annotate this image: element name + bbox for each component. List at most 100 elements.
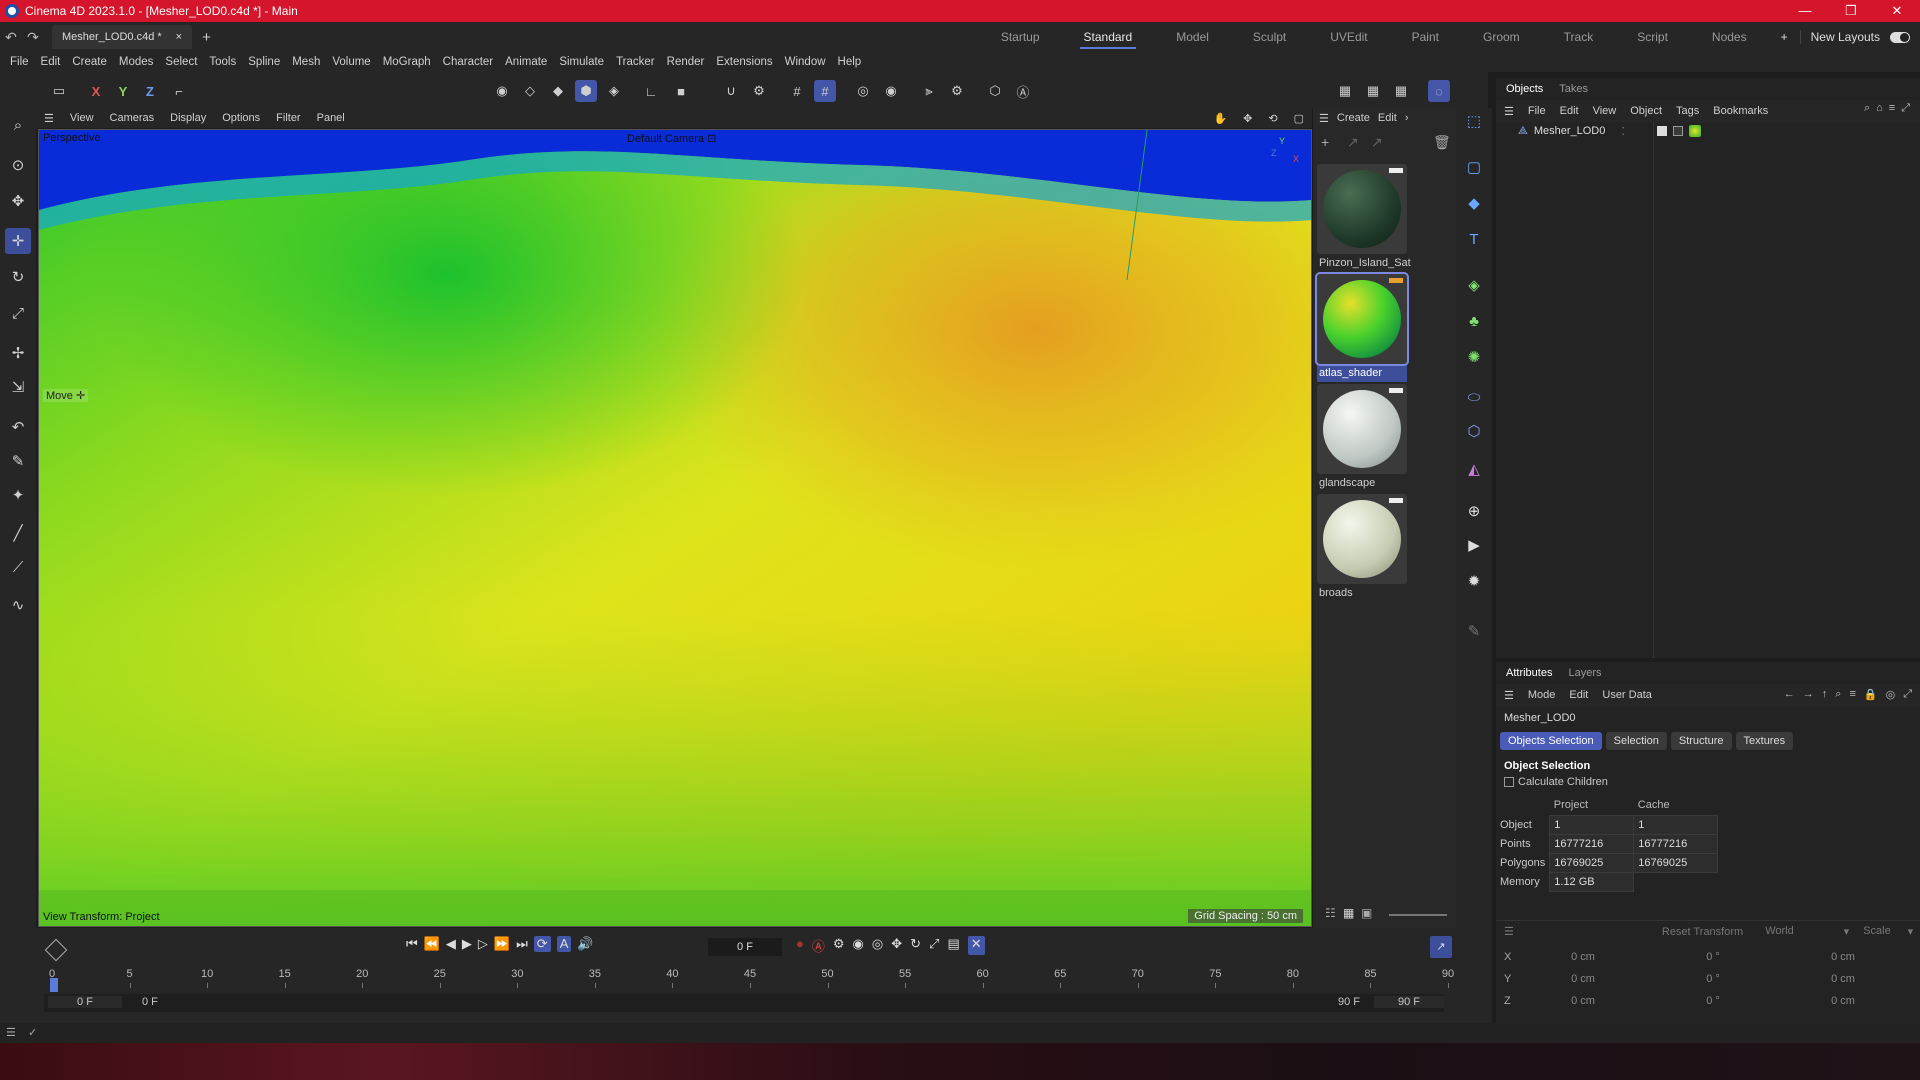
document-tab[interactable]: Mesher_LOD0.c4d * × xyxy=(52,25,193,49)
delete-material-icon[interactable]: 🗑 xyxy=(1433,134,1451,151)
attributes-menu-user-data[interactable]: User Data xyxy=(1602,689,1652,701)
coordinate-system-icon[interactable]: ⌐ xyxy=(168,80,190,102)
menu-animate[interactable]: Animate xyxy=(499,56,553,68)
rotation-field[interactable]: 0 ° xyxy=(1648,951,1778,963)
objects-menu-tags[interactable]: Tags xyxy=(1676,105,1699,117)
effector-icon[interactable]: ✺ xyxy=(1461,344,1487,370)
symmetry-settings-icon[interactable]: ⚙ xyxy=(946,80,968,102)
viewport-menu-cameras[interactable]: Cameras xyxy=(102,112,163,124)
texture-mode-icon[interactable]: ◈ xyxy=(603,80,625,102)
add-layout-icon[interactable]: + xyxy=(1769,22,1800,52)
uvw-tag-icon[interactable] xyxy=(1656,126,1667,136)
z-axis-lock-button[interactable]: Z xyxy=(139,80,161,102)
tab-objects[interactable]: Objects xyxy=(1506,83,1543,95)
snap-settings-icon[interactable]: ⚙ xyxy=(748,80,770,102)
undo-icon[interactable]: ↶ xyxy=(0,29,22,46)
subtab-selection[interactable]: Selection xyxy=(1605,732,1667,750)
menu-spline[interactable]: Spline xyxy=(242,56,286,68)
material-swatch[interactable]: glandscape xyxy=(1317,384,1407,492)
points-mode-icon[interactable]: ◉ xyxy=(491,80,513,102)
layout-tab-groom[interactable]: Groom xyxy=(1461,22,1542,52)
layout-tab-standard[interactable]: Standard xyxy=(1062,22,1155,52)
new-layouts-label[interactable]: New Layouts xyxy=(1799,30,1890,44)
objects-menu-bookmarks[interactable]: Bookmarks xyxy=(1713,105,1768,117)
menu-volume[interactable]: Volume xyxy=(326,56,376,68)
position-field[interactable]: 0 cm xyxy=(1518,951,1648,963)
layout-tab-nodes[interactable]: Nodes xyxy=(1690,22,1769,52)
edges-mode-icon[interactable]: ◇ xyxy=(519,80,541,102)
viewport-menu-view[interactable]: View xyxy=(62,112,102,124)
move-tool-icon[interactable]: ✛ xyxy=(5,228,31,254)
render-settings-icon[interactable]: ◉ xyxy=(880,80,902,102)
model-mode-icon[interactable]: ⬢ xyxy=(575,80,597,102)
layout-tab-track[interactable]: Track xyxy=(1542,22,1616,52)
coordinate-space-dropdown[interactable]: World ▾ xyxy=(1765,925,1855,938)
phong-tag-icon[interactable] xyxy=(1672,126,1683,136)
object-row[interactable]: ⟁ Mesher_LOD0 ⁚ xyxy=(1496,122,1920,140)
layout-tab-script[interactable]: Script xyxy=(1615,22,1690,52)
preview-start-field[interactable]: 0 F xyxy=(48,996,122,1008)
preview-end-field[interactable]: 90 F xyxy=(1374,996,1444,1008)
menu-create[interactable]: Create xyxy=(66,56,113,68)
lock-icon[interactable]: 🔒 xyxy=(1864,688,1878,701)
menu-file[interactable]: File xyxy=(4,56,35,68)
timeline-ruler[interactable]: 0 5 10 15 20 25 30 35 40 45 50 55 60 65 70 75 80 85 90 xyxy=(36,928,1456,992)
pan-icon[interactable]: ✋ xyxy=(1205,112,1235,125)
scale-mode-dropdown[interactable]: Scale ▾ xyxy=(1863,925,1913,938)
clapboard-icon[interactable]: ▭ xyxy=(48,80,70,102)
cloner-icon[interactable]: ♣ xyxy=(1461,308,1487,334)
attributes-menu-edit[interactable]: Edit xyxy=(1569,689,1588,701)
attributes-hamburger-icon[interactable]: ☰ xyxy=(1504,689,1514,702)
solo-mode-icon[interactable]: ■ xyxy=(670,80,692,102)
camera-name-label[interactable]: Default Camera ⊡ xyxy=(627,132,716,145)
subtab-textures[interactable]: Textures xyxy=(1735,732,1794,750)
render-picture-viewer-icon[interactable]: ▦ xyxy=(1362,80,1384,102)
subtab-structure[interactable]: Structure xyxy=(1670,732,1732,750)
tab-attributes[interactable]: Attributes xyxy=(1506,667,1552,679)
size-field[interactable]: 0 cm xyxy=(1778,995,1908,1007)
y-axis-lock-button[interactable]: Y xyxy=(112,80,134,102)
render-region-icon[interactable]: ◎ xyxy=(852,80,874,102)
snap-magnet-icon[interactable]: ∪ xyxy=(720,80,742,102)
range-end-label[interactable]: 90 F xyxy=(1338,996,1360,1008)
subtab-objects-selection[interactable]: Objects Selection xyxy=(1500,732,1602,750)
size-field[interactable]: 0 cm xyxy=(1778,951,1908,963)
calculate-children-checkbox[interactable] xyxy=(1504,777,1514,787)
material-swatch[interactable]: atlas_shader xyxy=(1315,272,1409,382)
cube-outline-icon[interactable]: ▢ xyxy=(1461,154,1487,180)
cube-primitive-icon[interactable]: ◆ xyxy=(1461,190,1487,216)
reset-transform-button[interactable]: Reset Transform xyxy=(1662,926,1743,938)
menu-render[interactable]: Render xyxy=(661,56,711,68)
layout-tab-uvedit[interactable]: UVEdit xyxy=(1308,22,1389,52)
symmetry-icon[interactable]: ⫸ xyxy=(918,80,940,102)
select-object-icon[interactable]: ⬚ xyxy=(1461,108,1487,134)
up-icon[interactable]: ↑ xyxy=(1822,688,1828,701)
calculate-children-row[interactable]: Calculate Children xyxy=(1496,774,1920,790)
x-axis-lock-button[interactable]: X xyxy=(85,80,107,102)
move-view-icon[interactable]: ✥ xyxy=(1235,112,1260,125)
layout-tab-model[interactable]: Model xyxy=(1154,22,1231,52)
viewport-menu-filter[interactable]: Filter xyxy=(268,112,308,124)
menu-edit[interactable]: Edit xyxy=(35,56,67,68)
edit-render-settings-icon[interactable]: ▦ xyxy=(1390,80,1412,102)
camera-object-icon[interactable]: ▶ xyxy=(1461,532,1487,558)
target-icon[interactable]: ◎ xyxy=(1886,688,1896,701)
menu-simulate[interactable]: Simulate xyxy=(553,56,610,68)
thumbnail-size-slider[interactable] xyxy=(1389,914,1447,916)
size-field[interactable]: 0 cm xyxy=(1778,973,1908,985)
back-icon[interactable]: ← xyxy=(1784,688,1795,701)
add-material-icon[interactable]: + xyxy=(1321,134,1329,150)
viewport-hamburger-icon[interactable]: ☰ xyxy=(36,112,62,125)
redo-icon[interactable]: ↷ xyxy=(22,29,44,46)
layout-tab-sculpt[interactable]: Sculpt xyxy=(1231,22,1308,52)
selection-tool-icon[interactable]: ⊙ xyxy=(5,152,31,178)
material-hamburger-icon[interactable]: ☰ xyxy=(1319,112,1329,125)
layout-tab-paint[interactable]: Paint xyxy=(1390,22,1461,52)
environment-icon[interactable]: ⊕ xyxy=(1461,498,1487,524)
volume-icon[interactable]: ◭ xyxy=(1461,456,1487,482)
material-swatch[interactable]: broads xyxy=(1317,494,1407,602)
objects-menu-object[interactable]: Object xyxy=(1630,105,1662,117)
menu-modes[interactable]: Modes xyxy=(113,56,160,68)
rotate-view-icon[interactable]: ⟲ xyxy=(1260,112,1285,125)
material-link-icon[interactable]: ↗ xyxy=(1347,134,1359,151)
